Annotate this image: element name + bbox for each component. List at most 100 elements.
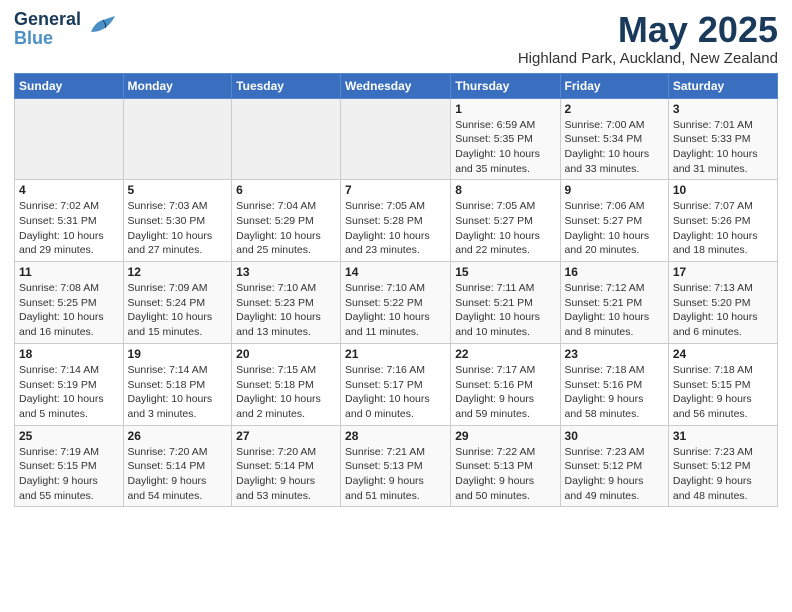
- day-info: Sunrise: 6:59 AM Sunset: 5:35 PM Dayligh…: [455, 118, 555, 177]
- calendar-cell: 15Sunrise: 7:11 AM Sunset: 5:21 PM Dayli…: [451, 262, 560, 344]
- calendar-cell: 1 Sunrise: 6:59 AM Sunset: 5:35 PM Daylig…: [451, 98, 560, 180]
- day-number: 1: [455, 102, 555, 116]
- day-number: 29: [455, 429, 555, 443]
- day-info: Sunrise: 7:15 AM Sunset: 5:18 PM Dayligh…: [236, 363, 336, 422]
- day-number: 10: [673, 183, 773, 197]
- day-number: 24: [673, 347, 773, 361]
- day-info: Sunrise: 7:23 AM Sunset: 5:12 PM Dayligh…: [565, 445, 664, 504]
- calendar-cell: 30 Sunrise: 7:23 AM Sunset: 5:12 PM Dayli…: [560, 425, 668, 507]
- day-number: 9: [565, 183, 664, 197]
- calendar-cell: 24 Sunrise: 7:18 AM Sunset: 5:15 PM Dayli…: [668, 343, 777, 425]
- day-number: 28: [345, 429, 446, 443]
- calendar-cell: [15, 98, 124, 180]
- day-info: Sunrise: 7:17 AM Sunset: 5:16 PM Dayligh…: [455, 363, 555, 422]
- day-number: 12: [128, 265, 228, 279]
- day-number: 27: [236, 429, 336, 443]
- day-number: 21: [345, 347, 446, 361]
- calendar-cell: 26 Sunrise: 7:20 AM Sunset: 5:14 PM Dayli…: [123, 425, 232, 507]
- calendar-cell: 10Sunrise: 7:07 AM Sunset: 5:26 PM Dayli…: [668, 180, 777, 262]
- calendar-cell: [341, 98, 451, 180]
- calendar-cell: 21 Sunrise: 7:16 AM Sunset: 5:17 PM Dayli…: [341, 343, 451, 425]
- calendar-cell: 27 Sunrise: 7:20 AM Sunset: 5:14 PM Dayli…: [232, 425, 341, 507]
- calendar-cell: 9 Sunrise: 7:06 AM Sunset: 5:27 PM Daylig…: [560, 180, 668, 262]
- calendar-cell: 28 Sunrise: 7:21 AM Sunset: 5:13 PM Dayli…: [341, 425, 451, 507]
- calendar-table: SundayMondayTuesdayWednesdayThursdayFrid…: [14, 73, 778, 508]
- col-header-monday: Monday: [123, 73, 232, 98]
- day-number: 4: [19, 183, 119, 197]
- day-info: Sunrise: 7:09 AM Sunset: 5:24 PM Dayligh…: [128, 281, 228, 340]
- day-info: Sunrise: 7:03 AM Sunset: 5:30 PM Dayligh…: [128, 199, 228, 258]
- calendar-cell: 2Sunrise: 7:00 AM Sunset: 5:34 PM Daylig…: [560, 98, 668, 180]
- day-info: Sunrise: 7:01 AM Sunset: 5:33 PM Dayligh…: [673, 118, 773, 177]
- calendar-cell: 14Sunrise: 7:10 AM Sunset: 5:22 PM Dayli…: [341, 262, 451, 344]
- day-info: Sunrise: 7:05 AM Sunset: 5:28 PM Dayligh…: [345, 199, 446, 258]
- calendar-cell: 20 Sunrise: 7:15 AM Sunset: 5:18 PM Dayli…: [232, 343, 341, 425]
- col-header-saturday: Saturday: [668, 73, 777, 98]
- day-number: 5: [128, 183, 228, 197]
- day-info: Sunrise: 7:11 AM Sunset: 5:21 PM Dayligh…: [455, 281, 555, 340]
- calendar-cell: 25 Sunrise: 7:19 AM Sunset: 5:15 PM Dayli…: [15, 425, 124, 507]
- day-info: Sunrise: 7:20 AM Sunset: 5:14 PM Dayligh…: [236, 445, 336, 504]
- col-header-wednesday: Wednesday: [341, 73, 451, 98]
- calendar-cell: 18 Sunrise: 7:14 AM Sunset: 5:19 PM Dayli…: [15, 343, 124, 425]
- day-info: Sunrise: 7:14 AM Sunset: 5:18 PM Dayligh…: [128, 363, 228, 422]
- day-number: 11: [19, 265, 119, 279]
- day-info: Sunrise: 7:12 AM Sunset: 5:21 PM Dayligh…: [565, 281, 664, 340]
- day-number: 31: [673, 429, 773, 443]
- day-number: 8: [455, 183, 555, 197]
- day-number: 19: [128, 347, 228, 361]
- day-info: Sunrise: 7:18 AM Sunset: 5:16 PM Dayligh…: [565, 363, 664, 422]
- calendar-cell: 8 Sunrise: 7:05 AM Sunset: 5:27 PM Daylig…: [451, 180, 560, 262]
- calendar-cell: 6 Sunrise: 7:04 AM Sunset: 5:29 PM Daylig…: [232, 180, 341, 262]
- day-info: Sunrise: 7:16 AM Sunset: 5:17 PM Dayligh…: [345, 363, 446, 422]
- logo-line1: General: [14, 10, 81, 29]
- col-header-friday: Friday: [560, 73, 668, 98]
- day-info: Sunrise: 7:18 AM Sunset: 5:15 PM Dayligh…: [673, 363, 773, 422]
- calendar-cell: 23 Sunrise: 7:18 AM Sunset: 5:16 PM Dayli…: [560, 343, 668, 425]
- day-info: Sunrise: 7:13 AM Sunset: 5:20 PM Dayligh…: [673, 281, 773, 340]
- day-info: Sunrise: 7:19 AM Sunset: 5:15 PM Dayligh…: [19, 445, 119, 504]
- calendar-cell: [123, 98, 232, 180]
- day-info: Sunrise: 7:04 AM Sunset: 5:29 PM Dayligh…: [236, 199, 336, 258]
- day-number: 26: [128, 429, 228, 443]
- calendar-cell: 17 Sunrise: 7:13 AM Sunset: 5:20 PM Dayli…: [668, 262, 777, 344]
- header: General Blue May 2025 Highland Park, Auc…: [14, 10, 778, 67]
- day-number: 3: [673, 102, 773, 116]
- day-number: 13: [236, 265, 336, 279]
- day-number: 22: [455, 347, 555, 361]
- logo-line2: Blue: [14, 29, 81, 48]
- calendar-cell: 19 Sunrise: 7:14 AM Sunset: 5:18 PM Dayli…: [123, 343, 232, 425]
- day-info: Sunrise: 7:20 AM Sunset: 5:14 PM Dayligh…: [128, 445, 228, 504]
- calendar-cell: 3 Sunrise: 7:01 AM Sunset: 5:33 PM Daylig…: [668, 98, 777, 180]
- day-info: Sunrise: 7:10 AM Sunset: 5:22 PM Dayligh…: [345, 281, 446, 340]
- col-header-thursday: Thursday: [451, 73, 560, 98]
- calendar-cell: 12 Sunrise: 7:09 AM Sunset: 5:24 PM Dayli…: [123, 262, 232, 344]
- day-number: 23: [565, 347, 664, 361]
- day-number: 17: [673, 265, 773, 279]
- day-number: 25: [19, 429, 119, 443]
- day-number: 18: [19, 347, 119, 361]
- day-info: Sunrise: 7:21 AM Sunset: 5:13 PM Dayligh…: [345, 445, 446, 504]
- calendar-cell: 5 Sunrise: 7:03 AM Sunset: 5:30 PM Daylig…: [123, 180, 232, 262]
- calendar-cell: [232, 98, 341, 180]
- calendar-cell: 11 Sunrise: 7:08 AM Sunset: 5:25 PM Dayli…: [15, 262, 124, 344]
- day-info: Sunrise: 7:08 AM Sunset: 5:25 PM Dayligh…: [19, 281, 119, 340]
- day-number: 30: [565, 429, 664, 443]
- logo-bird-icon: [85, 14, 117, 40]
- month-title: May 2025: [518, 10, 778, 50]
- day-info: Sunrise: 7:14 AM Sunset: 5:19 PM Dayligh…: [19, 363, 119, 422]
- page: General Blue May 2025 Highland Park, Auc…: [0, 0, 792, 521]
- location: Highland Park, Auckland, New Zealand: [518, 50, 778, 67]
- logo: General Blue: [14, 10, 117, 48]
- header-right: May 2025 Highland Park, Auckland, New Ze…: [518, 10, 778, 67]
- day-number: 6: [236, 183, 336, 197]
- day-info: Sunrise: 7:06 AM Sunset: 5:27 PM Dayligh…: [565, 199, 664, 258]
- day-number: 16: [565, 265, 664, 279]
- calendar-cell: 7Sunrise: 7:05 AM Sunset: 5:28 PM Daylig…: [341, 180, 451, 262]
- day-number: 2: [565, 102, 664, 116]
- day-info: Sunrise: 7:22 AM Sunset: 5:13 PM Dayligh…: [455, 445, 555, 504]
- day-info: Sunrise: 7:23 AM Sunset: 5:12 PM Dayligh…: [673, 445, 773, 504]
- calendar-cell: 4Sunrise: 7:02 AM Sunset: 5:31 PM Daylig…: [15, 180, 124, 262]
- day-info: Sunrise: 7:05 AM Sunset: 5:27 PM Dayligh…: [455, 199, 555, 258]
- day-number: 20: [236, 347, 336, 361]
